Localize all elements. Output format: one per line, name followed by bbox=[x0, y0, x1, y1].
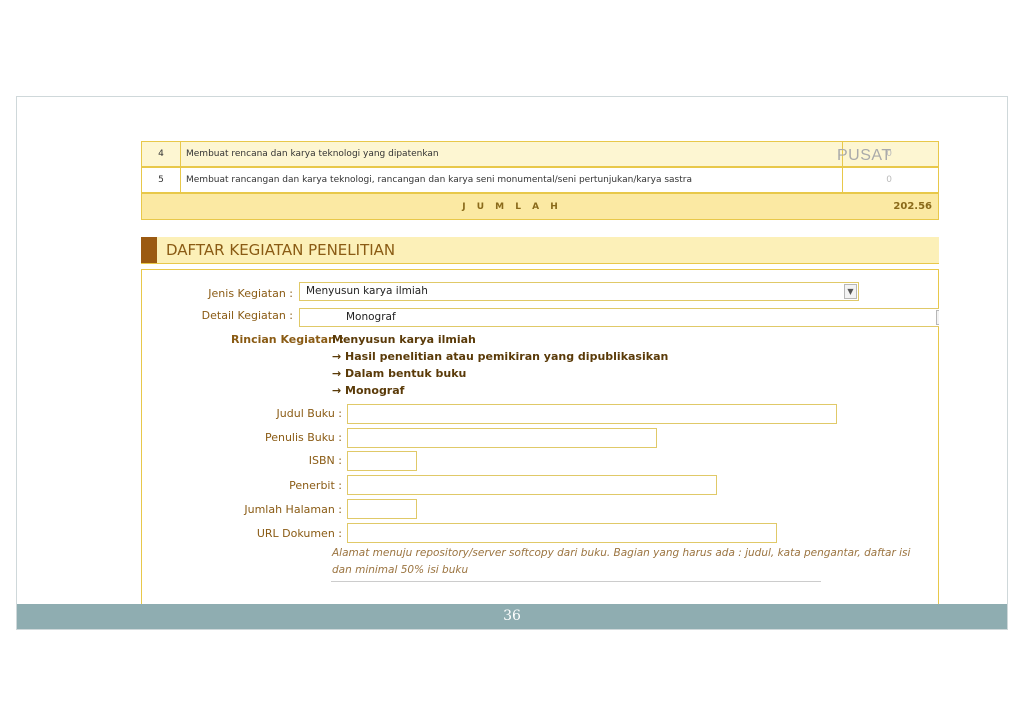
total-value: 202.56 bbox=[893, 201, 932, 212]
isbn-input[interactable] bbox=[347, 451, 417, 471]
divider bbox=[331, 581, 821, 582]
rincian-line: → Hasil penelitian atau pemikiran yang d… bbox=[332, 350, 669, 363]
section-header: DAFTAR KEGIATAN PENELITIAN bbox=[141, 237, 939, 264]
page-number: 36 bbox=[503, 608, 521, 624]
section-title: DAFTAR KEGIATAN PENELITIAN bbox=[166, 241, 396, 259]
chevron-down-icon[interactable]: ▼ bbox=[844, 284, 857, 299]
row-number: 5 bbox=[142, 168, 181, 192]
table-row: 5 Membuat rancangan dan karya teknologi,… bbox=[141, 167, 939, 193]
judul-buku-input[interactable] bbox=[347, 404, 837, 424]
jumlah-halaman-label: Jumlah Halaman : bbox=[244, 503, 342, 516]
detail-kegiatan-label: Detail Kegiatan : bbox=[201, 309, 293, 322]
jenis-kegiatan-select[interactable]: Menyusun karya ilmiah ▼ bbox=[299, 282, 859, 301]
page-footer: 36 bbox=[17, 604, 1007, 629]
total-label: J U M L A H bbox=[462, 202, 562, 212]
detail-kegiatan-value: Monograf bbox=[346, 311, 396, 323]
jenis-kegiatan-label: Jenis Kegiatan : bbox=[208, 287, 293, 300]
section-accent-bar bbox=[141, 237, 157, 263]
total-row: J U M L A H 202.56 bbox=[141, 193, 939, 220]
rincian-line: Menyusun karya ilmiah bbox=[332, 333, 476, 346]
rincian-line: → Monograf bbox=[332, 384, 405, 397]
row-description: Membuat rencana dan karya teknologi yang… bbox=[186, 149, 439, 159]
url-dokumen-label: URL Dokumen : bbox=[256, 527, 342, 540]
table-row: 4 Membuat rencana dan karya teknologi ya… bbox=[141, 141, 939, 167]
detail-kegiatan-select[interactable]: Monograf ▼ bbox=[299, 308, 939, 327]
jenis-kegiatan-value: Menyusun karya ilmiah bbox=[306, 285, 428, 297]
penerbit-label: Penerbit : bbox=[289, 479, 342, 492]
row-number: 4 bbox=[142, 142, 181, 166]
url-dokumen-input[interactable] bbox=[347, 523, 777, 543]
chevron-down-icon[interactable]: ▼ bbox=[936, 310, 939, 325]
row-description: Membuat rancangan dan karya teknologi, r… bbox=[186, 175, 692, 185]
penulis-buku-label: Penulis Buku : bbox=[264, 431, 342, 444]
url-hint-text: Alamat menuju repository/server softcopy… bbox=[332, 547, 911, 576]
slide: 4 Membuat rencana dan karya teknologi ya… bbox=[16, 96, 1008, 630]
screenshot-region: 4 Membuat rencana dan karya teknologi ya… bbox=[141, 141, 939, 604]
rincian-kegiatan-label: Rincian Kegiatan : bbox=[231, 333, 345, 346]
penerbit-input[interactable] bbox=[347, 475, 717, 495]
watermark-text: PUSAT bbox=[837, 147, 892, 164]
rincian-line: → Dalam bentuk buku bbox=[332, 367, 467, 380]
jumlah-halaman-input[interactable] bbox=[347, 499, 417, 519]
isbn-label: ISBN : bbox=[308, 454, 342, 467]
penulis-buku-input[interactable] bbox=[347, 428, 657, 448]
row-value: 0 bbox=[842, 168, 938, 192]
judul-buku-label: Judul Buku : bbox=[276, 407, 342, 420]
